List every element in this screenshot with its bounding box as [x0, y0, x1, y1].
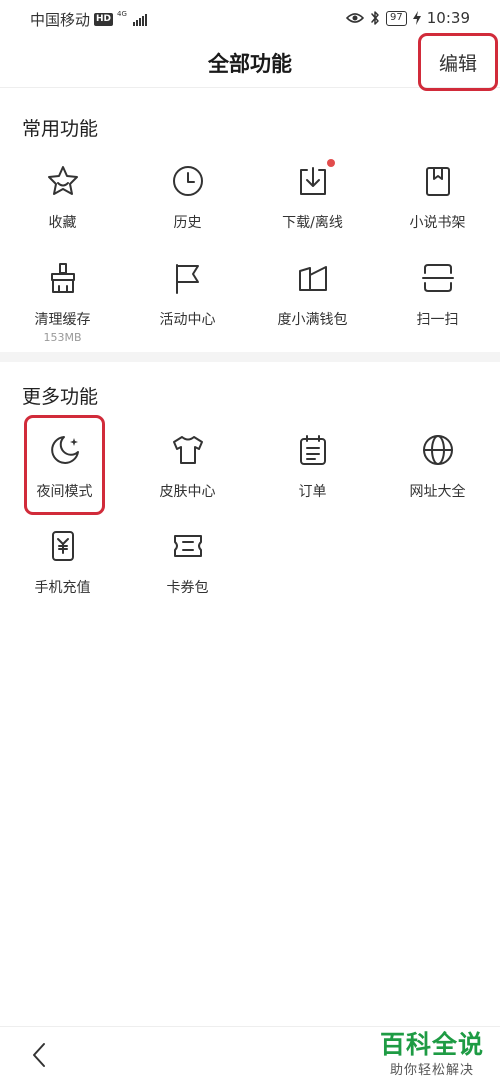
grid-item-bookshelf[interactable]: 小说书架 — [375, 163, 500, 249]
bookmark-book-icon — [420, 163, 456, 199]
grid-item-history[interactable]: 历史 — [125, 163, 250, 249]
edit-button[interactable]: 编辑 — [418, 33, 498, 91]
eye-icon — [346, 11, 364, 25]
section-title-more: 更多功能 — [22, 386, 99, 408]
grid-item-label: 活动中心 — [159, 312, 216, 328]
grid-item-phone-recharge[interactable]: 手机充值 — [0, 528, 125, 614]
grid-item-label: 清理缓存 — [34, 312, 91, 328]
grid-item-label: 收藏 — [48, 215, 77, 231]
grid-item-coupon-wallet[interactable]: 卡券包 — [125, 528, 250, 614]
chevron-left-icon — [33, 1043, 45, 1067]
grid-item-label: 网址大全 — [409, 484, 466, 500]
flag-icon — [170, 260, 206, 296]
grid-item-favorites[interactable]: 收藏 — [0, 163, 125, 249]
clock-time: 10:39 — [426, 9, 470, 27]
bluetooth-icon — [370, 10, 380, 26]
carrier-name: 中国移动 — [30, 11, 91, 29]
scan-icon — [420, 260, 456, 296]
grid-item-activity-center[interactable]: 活动中心 — [125, 260, 250, 346]
hd-badge: HD — [94, 13, 114, 26]
grid-item-label: 订单 — [298, 484, 327, 500]
download-icon — [295, 159, 335, 199]
star-icon — [45, 163, 81, 199]
grid-item-label: 小说书架 — [409, 215, 466, 231]
watermark-title: 百科全说 — [379, 1030, 484, 1059]
grid-item-label: 卡券包 — [166, 580, 209, 596]
grid-item-url-directory[interactable]: 网址大全 — [375, 432, 500, 518]
section-title-common: 常用功能 — [22, 118, 99, 140]
grid-item-download[interactable]: 下载/离线 — [250, 159, 375, 249]
phone-yen-icon — [45, 528, 81, 564]
grid-item-orders[interactable]: 订单 — [250, 432, 375, 518]
watermark-subtitle: 助你轻松解决 — [389, 1063, 474, 1078]
grid-item-label: 历史 — [173, 215, 202, 231]
grid-item-skin-center[interactable]: 皮肤中心 — [125, 432, 250, 518]
charging-icon — [412, 11, 421, 25]
ticket-icon — [170, 528, 206, 564]
status-bar: 中国移动 HD 4G 97 10:39 — [0, 0, 500, 36]
grid-item-label: 下载/离线 — [282, 215, 343, 231]
grid-item-wallet[interactable]: 度小满钱包 — [250, 260, 375, 346]
grid-item-label: 手机充值 — [34, 580, 91, 596]
night-mode-highlight — [24, 415, 105, 515]
shirt-icon — [170, 432, 206, 468]
grid-item-label: 度小满钱包 — [277, 312, 348, 328]
cache-size: 153MB — [43, 331, 82, 344]
clock-icon — [170, 163, 206, 199]
grid-item-label: 扫一扫 — [416, 312, 459, 328]
notification-dot — [326, 159, 335, 167]
globe-icon — [420, 432, 456, 468]
broom-icon — [45, 260, 81, 296]
watermark-logo: 百科全说 助你轻松解决 — [379, 1030, 484, 1079]
grid-item-clear-cache[interactable]: 清理缓存 153MB — [0, 260, 125, 346]
status-right: 97 10:39 — [346, 9, 470, 27]
network-type: 4G — [117, 10, 127, 18]
bottom-bar: 百科全说 助你轻松解决 — [0, 1026, 500, 1084]
wallet-icon — [295, 260, 331, 296]
grid-item-label: 皮肤中心 — [159, 484, 216, 500]
status-left: 中国移动 HD 4G — [30, 9, 147, 30]
grid-item-scan[interactable]: 扫一扫 — [375, 260, 500, 346]
signal-icon — [132, 13, 147, 26]
section-divider — [0, 352, 500, 362]
back-button[interactable] — [28, 1041, 52, 1069]
battery-indicator: 97 — [386, 10, 407, 26]
order-icon — [295, 432, 331, 468]
